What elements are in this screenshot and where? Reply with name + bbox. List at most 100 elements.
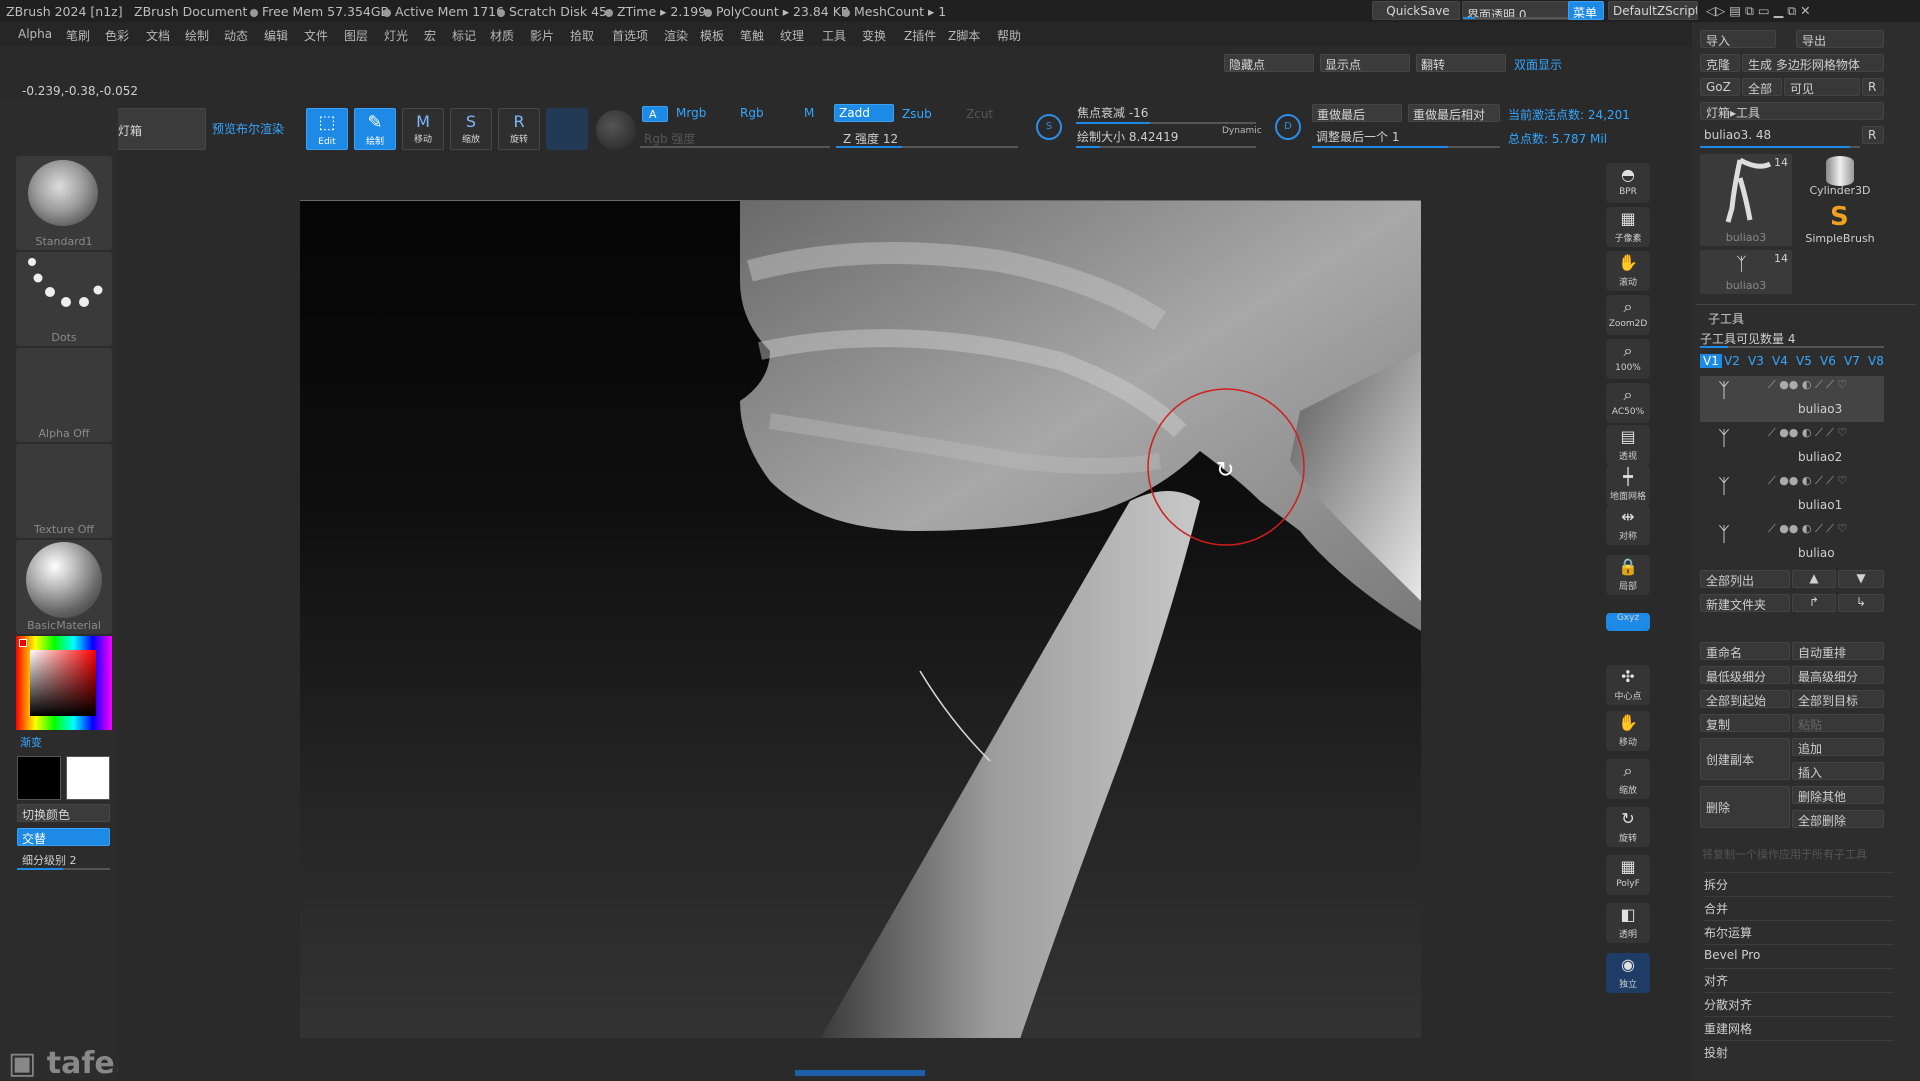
rename-button[interactable]: 重命名 — [1700, 642, 1790, 660]
shelf-button[interactable]: ⌕ 缩放 — [1606, 759, 1650, 799]
visibility-tab[interactable]: V3 — [1748, 354, 1764, 368]
shelf-button[interactable]: ┿ 地面网格 — [1606, 465, 1650, 505]
menu-item[interactable]: 编辑 — [264, 27, 288, 44]
menu-item[interactable]: 宏 — [424, 27, 436, 44]
visibility-tab[interactable]: V5 — [1796, 354, 1812, 368]
draw-button[interactable]: ✎ 绘制 — [354, 108, 396, 150]
material-selector[interactable]: BasicMaterial — [16, 540, 112, 634]
dynamic-size-toggle[interactable]: Dynamic — [1222, 126, 1262, 136]
list-all-button[interactable]: 全部列出 — [1700, 570, 1790, 588]
adjust-last-slider[interactable]: 调整最后一个 1 — [1316, 128, 1399, 145]
shelf-button[interactable]: ◎Gxyz — [1606, 613, 1650, 631]
visibility-tab[interactable]: V7 — [1844, 354, 1860, 368]
visibility-tab[interactable]: V1 — [1700, 354, 1722, 368]
bottom-scroll-handle[interactable] — [795, 1070, 925, 1076]
subdivision-slider[interactable]: 细分级别 2 — [22, 852, 77, 868]
arrow-return-icon[interactable]: ↳ — [1838, 594, 1884, 612]
rotate-button[interactable]: R 旋转 — [498, 108, 540, 150]
menu-item[interactable]: 渲染 — [664, 27, 688, 44]
all-button[interactable]: 全部 — [1742, 78, 1782, 96]
all-to-start-button[interactable]: 全部到起始 — [1700, 690, 1790, 708]
double-sided-toggle[interactable]: 双面显示 — [1514, 56, 1562, 73]
sculptris-icon[interactable]: S — [1036, 114, 1062, 140]
shelf-button[interactable]: ⌕ AC50% — [1606, 383, 1650, 423]
tool-thumb[interactable]: Cylinder3D — [1796, 154, 1884, 200]
secondary-color-swatch[interactable] — [66, 756, 110, 800]
subtool-row[interactable]: ᛉ ⟋ ●● ◐ ⟋ ⟋ ♡ buliao — [1700, 520, 1884, 566]
create-copy-button[interactable]: 创建副本 — [1700, 738, 1790, 780]
subtool-row[interactable]: ᛉ ⟋ ●● ◐ ⟋ ⟋ ♡ buliao1 — [1700, 472, 1884, 518]
lightbox-tools-button[interactable]: 灯箱▸工具 — [1700, 102, 1884, 120]
visibility-tab[interactable]: V2 — [1724, 354, 1740, 368]
stroke-selector[interactable]: Dots — [16, 252, 112, 346]
tool-thumb[interactable]: ᛉ 14 buliao3 — [1700, 250, 1792, 294]
window-controls-icon[interactable]: ◁▷ ▤ ⧉ ▭ ▁ ⧉ ✕ — [1706, 3, 1811, 19]
subtool-title[interactable]: 子工具 — [1708, 310, 1744, 327]
rgb-intensity-slider[interactable]: Rgb 强度 — [644, 130, 695, 147]
menu-item[interactable]: 动态 — [224, 27, 248, 44]
visible-count-slider[interactable]: 子工具可见数量 4 — [1700, 330, 1795, 347]
section-header[interactable]: 投射 — [1704, 1040, 1894, 1061]
main-color-swatch[interactable] — [17, 756, 61, 800]
gizmo-icon[interactable] — [596, 110, 636, 150]
shelf-button[interactable]: ⌕ 100% — [1606, 339, 1650, 379]
zsub-toggle[interactable]: Zsub — [902, 107, 932, 121]
menus-button[interactable]: 菜单 — [1568, 1, 1604, 20]
switch-color-button[interactable]: 切换颜色 — [17, 804, 110, 822]
shelf-button[interactable]: ✣ 中心点 — [1606, 665, 1650, 705]
menu-item[interactable]: 图层 — [344, 27, 368, 44]
move-down-icon[interactable]: ▼ — [1838, 570, 1884, 588]
duplicate-button[interactable]: 复制 — [1700, 714, 1790, 732]
visibility-tab[interactable]: V4 — [1772, 354, 1788, 368]
shelf-button[interactable]: ⇹ 对称 — [1606, 505, 1650, 545]
texture-selector[interactable]: Texture Off — [16, 444, 112, 538]
tool-thumb[interactable]: 14 buliao3 — [1700, 154, 1792, 246]
menu-item[interactable]: 影片 — [530, 27, 554, 44]
shelf-button[interactable]: ▦ PolyF — [1606, 855, 1650, 895]
menu-item[interactable]: 文件 — [304, 27, 328, 44]
paste-button[interactable]: 粘贴 — [1792, 714, 1884, 732]
shelf-button[interactable]: ✋ 移动 — [1606, 711, 1650, 751]
menu-item[interactable]: 模板 — [700, 27, 724, 44]
gradient-toggle[interactable]: 渐变 — [20, 734, 42, 750]
delete-button[interactable]: 删除 — [1700, 786, 1790, 828]
document-canvas[interactable]: ↻ — [300, 200, 1421, 1038]
section-header[interactable]: 拆分 — [1704, 872, 1894, 893]
color-square[interactable] — [30, 650, 96, 716]
menu-item[interactable]: 材质 — [490, 27, 514, 44]
subtool-toggles-icon[interactable]: ⟋ ●● ◐ ⟋ ⟋ ♡ — [1768, 378, 1847, 392]
zcut-toggle[interactable]: Zcut — [966, 107, 993, 121]
r-tool-button[interactable]: R — [1862, 126, 1884, 144]
rgb-toggle[interactable]: Rgb — [740, 106, 764, 120]
subtool-toggles-icon[interactable]: ⟋ ●● ◐ ⟋ ⟋ ♡ — [1768, 426, 1847, 440]
menu-item[interactable]: 色彩 — [105, 27, 129, 44]
menu-item[interactable]: 纹理 — [780, 27, 804, 44]
draw-size-slider[interactable]: 绘制大小 8.42419 — [1077, 128, 1178, 145]
menu-item[interactable]: 拾取 — [570, 27, 594, 44]
section-header[interactable]: 布尔运算 — [1704, 920, 1894, 941]
menu-item[interactable]: 变换 — [862, 27, 886, 44]
delete-all-button[interactable]: 全部删除 — [1792, 810, 1884, 828]
shelf-button[interactable]: 🔒 局部 — [1606, 555, 1650, 595]
replay-last-button[interactable]: 重做最后 — [1312, 104, 1402, 122]
scale-button[interactable]: S 缩放 — [450, 108, 492, 150]
section-header[interactable]: 合并 — [1704, 896, 1894, 917]
menu-item[interactable]: Z脚本 — [948, 27, 980, 44]
subtool-toggles-icon[interactable]: ⟋ ●● ◐ ⟋ ⟋ ♡ — [1768, 522, 1847, 536]
arrow-forward-icon[interactable]: ↱ — [1792, 594, 1836, 612]
shelf-button[interactable]: ▤ 透视 — [1606, 425, 1650, 465]
menu-item[interactable]: 灯光 — [384, 27, 408, 44]
visibility-tab[interactable]: V6 — [1820, 354, 1836, 368]
menu-item[interactable]: 文档 — [146, 27, 170, 44]
brush-selector[interactable]: Standard1 — [16, 156, 112, 250]
goz-button[interactable]: GoZ — [1700, 78, 1740, 96]
tool-thumb[interactable]: S SimpleBrush — [1796, 202, 1884, 248]
default-zscript-button[interactable]: DefaultZScript — [1608, 1, 1698, 20]
zadd-toggle[interactable]: Zadd — [834, 104, 894, 122]
focal-shift-slider[interactable]: 焦点衰减 -16 — [1077, 104, 1148, 121]
insert-button[interactable]: 插入 — [1792, 762, 1884, 780]
lowest-subdiv-button[interactable]: 最低级细分 — [1700, 666, 1790, 684]
subtool-row[interactable]: ᛉ ⟋ ●● ◐ ⟋ ⟋ ♡ buliao2 — [1700, 424, 1884, 470]
visible-button[interactable]: 可见 — [1784, 78, 1860, 96]
menu-item[interactable]: 标记 — [452, 27, 476, 44]
